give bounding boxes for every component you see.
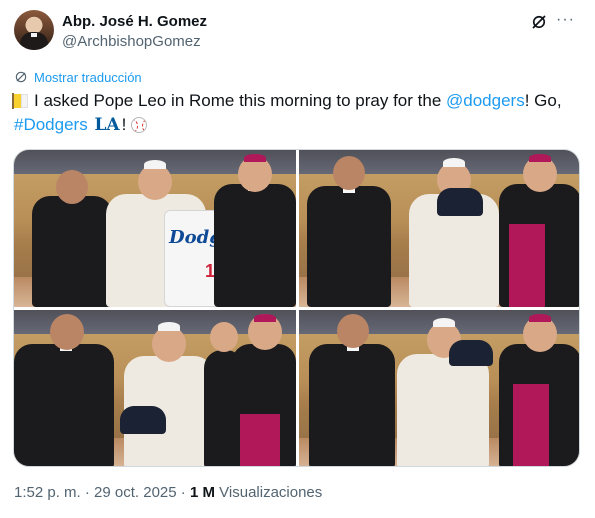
hashtag-link[interactable]: #Dodgers [14, 115, 88, 134]
translate-label: Mostrar traducción [34, 69, 142, 85]
author-display-name[interactable]: Abp. José H. Gomez [62, 13, 207, 30]
photo-2[interactable] [299, 150, 579, 307]
tweet-footer: 1:52 p. m. · 29 oct. 2025 · 1 M Visualiz… [14, 484, 322, 501]
footer-separator: · [84, 484, 90, 501]
tweet-time[interactable]: 1:52 p. m. [14, 484, 81, 501]
dodgers-la-logo-icon: LA [94, 115, 120, 135]
tweet-text-part3: ! [121, 115, 127, 134]
photo-3[interactable] [14, 310, 296, 466]
photo-1[interactable]: Dodgers 17 [14, 150, 296, 307]
author-handle[interactable]: @ArchbishopGomez [62, 33, 201, 50]
avatar-collar [31, 33, 37, 37]
tweet-text-part2: ! Go, [524, 91, 562, 110]
translate-link[interactable]: Mostrar traducción [14, 68, 142, 86]
views-label: Visualizaciones [219, 484, 323, 501]
tweet-text: I asked Pope Leo in Rome this morning to… [12, 89, 582, 137]
baseball-icon [131, 117, 148, 133]
footer-separator: · [180, 484, 186, 501]
dodgers-cap [120, 406, 166, 434]
tweet-header: Abp. José H. Gomez @ArchbishopGomez ··· [14, 10, 582, 54]
views-count[interactable]: 1 M [190, 484, 215, 501]
more-options-icon[interactable]: ··· [556, 12, 578, 30]
grok-icon[interactable] [530, 13, 548, 31]
dodgers-cap [449, 340, 493, 366]
translate-icon [15, 71, 27, 83]
photo-4[interactable] [299, 310, 579, 466]
tweet-text-part1: I asked Pope Leo in Rome this morning to… [34, 91, 447, 110]
vatican-flag-icon [12, 93, 28, 109]
tweet-date[interactable]: 29 oct. 2025 [94, 484, 177, 501]
author-avatar[interactable] [14, 10, 54, 50]
dodgers-cap [437, 188, 483, 216]
mention-link[interactable]: @dodgers [446, 91, 525, 110]
media-grid: Dodgers 17 [13, 149, 580, 467]
